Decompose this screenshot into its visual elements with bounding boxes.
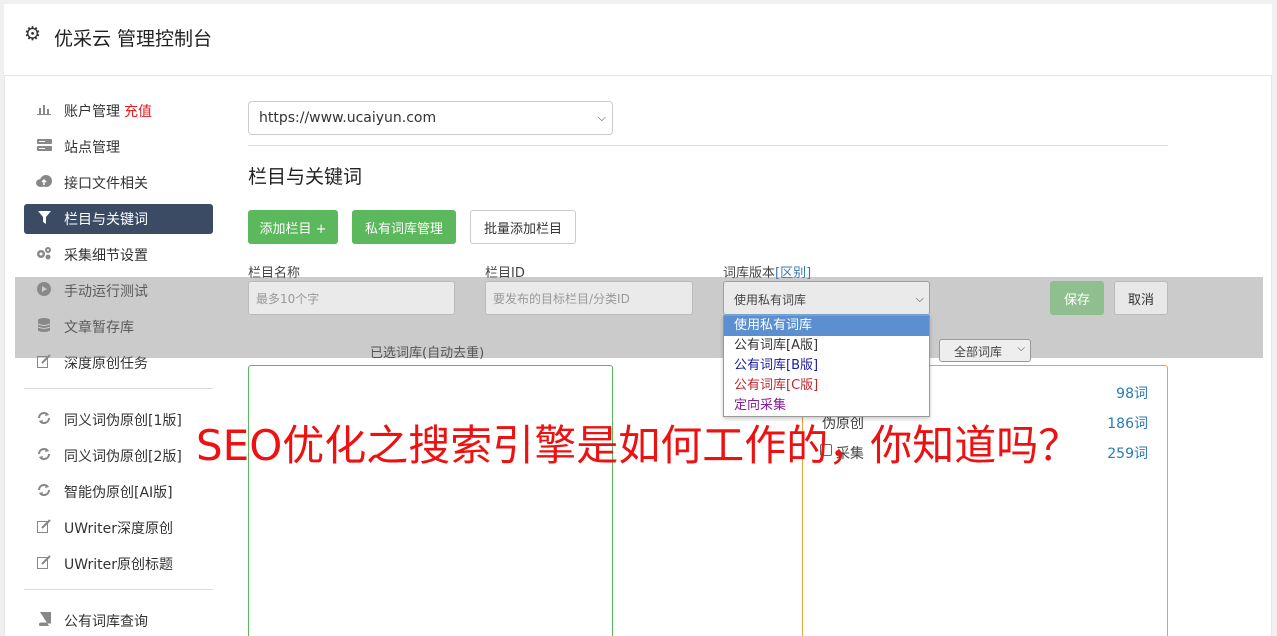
cogs-icon bbox=[35, 246, 53, 264]
edit-icon bbox=[35, 519, 53, 537]
sidebar-item-columns-keywords[interactable]: 栏目与关键词 bbox=[24, 204, 213, 234]
refresh-icon bbox=[35, 447, 53, 465]
sidebar-item-label: UWriter深度原创 bbox=[64, 521, 173, 537]
chevron-down-icon: ⌵ bbox=[597, 111, 606, 124]
refresh-icon bbox=[35, 411, 53, 429]
lib-count: 186词 bbox=[1107, 416, 1148, 432]
sidebar-item-label: 公有词库查询 bbox=[64, 614, 148, 630]
refresh-icon bbox=[35, 483, 53, 501]
edit-icon bbox=[35, 555, 53, 573]
sidebar-divider bbox=[24, 388, 213, 389]
sidebar-item-synonym-v1[interactable]: 同义词伪原创[1版] bbox=[24, 405, 213, 435]
sidebar-item-label: 账户管理 bbox=[64, 104, 120, 120]
lib-count: 259词 bbox=[1107, 446, 1148, 462]
chevron-down-icon: ⌵ bbox=[915, 292, 924, 305]
sidebar-divider bbox=[24, 589, 213, 590]
save-button[interactable]: 保存 bbox=[1050, 281, 1104, 315]
sidebar-item-smart-ai[interactable]: 智能伪原创[AI版] bbox=[24, 477, 213, 507]
bar-chart-icon bbox=[35, 103, 53, 119]
sidebar-item-label: UWriter原创标题 bbox=[64, 557, 173, 573]
sidebar-item-label: 同义词伪原创[2版] bbox=[64, 449, 182, 465]
lib-version-select[interactable]: 使用私有词库 ⌵ bbox=[723, 281, 930, 315]
dropdown-option[interactable]: 公有词库[A版] bbox=[724, 336, 929, 356]
dropdown-option[interactable]: 公有词库[B版] bbox=[724, 356, 929, 376]
recharge-link[interactable]: 充值 bbox=[124, 101, 152, 121]
sidebar-item-public-lib-query[interactable]: 公有词库查询 bbox=[24, 606, 213, 636]
page-title: 栏目与关键词 bbox=[248, 166, 363, 188]
add-column-button[interactable]: 添加栏目 + bbox=[248, 210, 338, 244]
lib-version-dropdown: 使用私有词库 公有词库[A版] 公有词库[B版] 公有词库[C版] 定向采集 bbox=[723, 315, 930, 417]
sidebar-item-account[interactable]: 账户管理 充值 bbox=[24, 96, 213, 126]
lib-count: 98词 bbox=[1116, 386, 1148, 402]
sidebar-item-label: 同义词伪原创[1版] bbox=[64, 413, 182, 429]
app-header: ⚙ 优采云 管理控制台 bbox=[4, 4, 1272, 76]
gear-icon: ⚙ bbox=[24, 23, 42, 45]
lib-filter-value: 全部词库 bbox=[954, 345, 1003, 359]
sidebar: 账户管理 充值 站点管理 接口文件相关 栏目与关键词 采集细节设置 手动运行测试 bbox=[24, 96, 213, 636]
divider bbox=[248, 145, 1168, 146]
sidebar-item-interface-files[interactable]: 接口文件相关 bbox=[24, 168, 213, 198]
server-icon bbox=[35, 138, 53, 156]
sidebar-item-uwriter-title[interactable]: UWriter原创标题 bbox=[24, 549, 213, 579]
sidebar-item-label: 智能伪原创[AI版] bbox=[64, 485, 173, 501]
site-select[interactable]: https://www.ucaiyun.com ⌵ bbox=[248, 101, 613, 135]
sidebar-item-label: 站点管理 bbox=[64, 140, 120, 156]
cloud-upload-icon bbox=[35, 175, 53, 191]
sidebar-item-sites[interactable]: 站点管理 bbox=[24, 132, 213, 162]
dropdown-option[interactable]: 使用私有词库 bbox=[724, 316, 929, 336]
selected-lib-title: 已选词库(自动去重) bbox=[370, 346, 485, 361]
column-name-input[interactable]: 最多10个字 bbox=[248, 281, 455, 315]
sidebar-item-uwriter-deep[interactable]: UWriter深度原创 bbox=[24, 513, 213, 543]
site-select-value: https://www.ucaiyun.com bbox=[259, 110, 437, 126]
private-lib-manage-button[interactable]: 私有词库管理 bbox=[352, 210, 456, 244]
sidebar-item-label: 栏目与关键词 bbox=[64, 212, 148, 228]
lib-filter-select[interactable]: 全部词库 ⌵ bbox=[939, 339, 1031, 362]
lib-version-value: 使用私有词库 bbox=[734, 293, 807, 307]
selected-lib-box bbox=[248, 365, 613, 636]
app-title: 优采云 管理控制台 bbox=[54, 28, 213, 50]
batch-add-column-button[interactable]: 批量添加栏目 bbox=[470, 210, 576, 244]
dropdown-option[interactable]: 公有词库[C版] bbox=[724, 376, 929, 396]
column-id-input[interactable]: 要发布的目标栏目/分类ID bbox=[485, 281, 693, 315]
sidebar-item-label: 采集细节设置 bbox=[64, 248, 148, 264]
book-icon bbox=[35, 611, 53, 630]
sidebar-item-synonym-v2[interactable]: 同义词伪原创[2版] bbox=[24, 441, 213, 471]
sidebar-item-label: 接口文件相关 bbox=[64, 176, 148, 192]
cancel-button[interactable]: 取消 bbox=[1114, 281, 1168, 315]
filter-icon bbox=[35, 210, 53, 228]
caption-overlay: SEO优化之搜索引擎是如何工作的，你知道吗？ bbox=[196, 421, 1081, 470]
sidebar-item-collect-settings[interactable]: 采集细节设置 bbox=[24, 240, 213, 270]
chevron-down-icon: ⌵ bbox=[1017, 343, 1025, 354]
